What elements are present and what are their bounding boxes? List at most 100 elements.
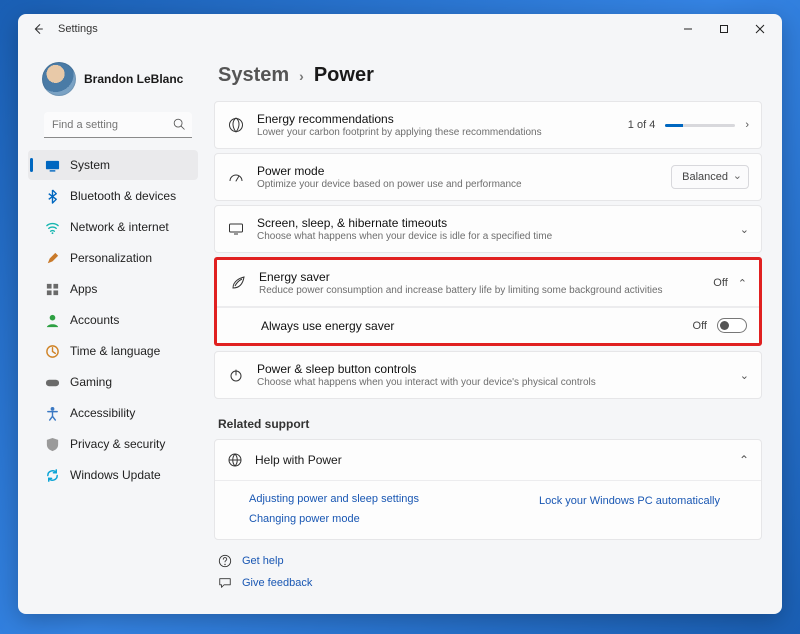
- link-adjust-power[interactable]: Adjusting power and sleep settings: [249, 493, 419, 505]
- footer-links: Get help Give feedback: [214, 554, 762, 590]
- nav-list: System Bluetooth & devices Network & int…: [24, 150, 202, 490]
- main-panel: System › Power Energy recommendations Lo…: [206, 44, 782, 614]
- breadcrumb-parent[interactable]: System: [218, 64, 289, 87]
- nav-update[interactable]: Windows Update: [28, 460, 198, 490]
- window-controls: [670, 15, 778, 43]
- row-energy-saver[interactable]: Energy saver Reduce power consumption an…: [217, 260, 759, 307]
- link-change-mode[interactable]: Changing power mode: [249, 513, 419, 525]
- globe-clock-icon: [44, 343, 60, 359]
- nav-label: System: [70, 158, 110, 172]
- arrow-left-icon: [31, 22, 45, 36]
- nav-privacy[interactable]: Privacy & security: [28, 429, 198, 459]
- row-timeouts[interactable]: Screen, sleep, & hibernate timeouts Choo…: [214, 205, 762, 253]
- sidebar: Brandon LeBlanc System Bluetooth & devic…: [18, 44, 206, 614]
- power-mode-select[interactable]: Balanced: [671, 165, 749, 189]
- nav-accessibility[interactable]: Accessibility: [28, 398, 198, 428]
- get-help-link[interactable]: Get help: [242, 555, 284, 567]
- help-header[interactable]: Help with Power ⌃: [215, 440, 761, 481]
- row-energy-recommendations[interactable]: Energy recommendations Lower your carbon…: [214, 101, 762, 149]
- profile-block[interactable]: Brandon LeBlanc: [24, 50, 202, 112]
- maximize-button[interactable]: [706, 15, 742, 43]
- leaf-icon: [229, 275, 247, 291]
- search-box[interactable]: [44, 112, 192, 138]
- help-card: Help with Power ⌃ Adjusting power and sl…: [214, 439, 762, 540]
- chevron-down-icon: ⌄: [740, 223, 749, 236]
- chevron-up-icon: ⌃: [738, 277, 747, 290]
- update-icon: [44, 467, 60, 483]
- apps-icon: [44, 281, 60, 297]
- eco-icon: [227, 117, 245, 133]
- highlight-energy-saver: Energy saver Reduce power consumption an…: [214, 257, 762, 346]
- nav-gaming[interactable]: Gaming: [28, 367, 198, 397]
- help-title: Help with Power: [255, 453, 342, 467]
- row-sub: Choose what happens when your device is …: [257, 231, 728, 242]
- row-sub: Optimize your device based on power use …: [257, 179, 659, 190]
- row-title: Energy recommendations: [257, 112, 616, 126]
- row-title: Power mode: [257, 164, 659, 178]
- chevron-down-icon: ⌄: [740, 369, 749, 382]
- search-input[interactable]: [44, 112, 192, 138]
- maximize-icon: [719, 24, 729, 34]
- close-icon: [755, 24, 765, 34]
- row-sub: Reduce power consumption and increase ba…: [259, 285, 701, 296]
- chevron-right-icon: ›: [745, 119, 749, 131]
- minimize-button[interactable]: [670, 15, 706, 43]
- nav-bluetooth[interactable]: Bluetooth & devices: [28, 181, 198, 211]
- nav-label: Accessibility: [70, 406, 135, 420]
- gamepad-icon: [44, 374, 60, 390]
- minimize-icon: [683, 24, 693, 34]
- nav-label: Time & language: [70, 344, 160, 358]
- row-title: Power & sleep button controls: [257, 362, 728, 376]
- titlebar: Settings: [18, 14, 782, 44]
- profile-name: Brandon LeBlanc: [84, 72, 183, 86]
- avatar: [42, 62, 76, 96]
- system-icon: [44, 157, 60, 173]
- accessibility-icon: [44, 405, 60, 421]
- give-feedback-link[interactable]: Give feedback: [242, 577, 312, 589]
- progress-bar: [665, 124, 735, 127]
- row-always-energy-saver: Always use energy saver Off: [217, 307, 759, 343]
- window-title: Settings: [58, 23, 98, 35]
- nav-label: Privacy & security: [70, 437, 165, 451]
- help-icon: [218, 554, 232, 568]
- chevron-right-icon: ›: [299, 68, 304, 84]
- nav-network[interactable]: Network & internet: [28, 212, 198, 242]
- feedback-icon: [218, 576, 232, 590]
- row-title: Always use energy saver: [261, 319, 681, 333]
- power-button-icon: [227, 367, 245, 383]
- nav-personalization[interactable]: Personalization: [28, 243, 198, 273]
- nav-accounts[interactable]: Accounts: [28, 305, 198, 335]
- nav-system[interactable]: System: [28, 150, 198, 180]
- nav-label: Bluetooth & devices: [70, 189, 176, 203]
- chevron-up-icon: ⌃: [739, 453, 749, 467]
- row-title: Screen, sleep, & hibernate timeouts: [257, 216, 728, 230]
- select-value: Balanced: [682, 171, 728, 183]
- screen-icon: [227, 221, 245, 237]
- toggle-label: Off: [693, 320, 707, 332]
- link-lock-pc[interactable]: Lock your Windows PC automatically: [539, 495, 720, 507]
- row-title: Energy saver: [259, 270, 701, 284]
- nav-label: Apps: [70, 282, 97, 296]
- globe-icon: [227, 452, 243, 468]
- nav-time[interactable]: Time & language: [28, 336, 198, 366]
- back-button[interactable]: [26, 17, 50, 41]
- row-power-buttons[interactable]: Power & sleep button controls Choose wha…: [214, 351, 762, 399]
- close-button[interactable]: [742, 15, 778, 43]
- nav-apps[interactable]: Apps: [28, 274, 198, 304]
- always-energy-saver-toggle[interactable]: [717, 318, 747, 333]
- nav-label: Gaming: [70, 375, 112, 389]
- shield-icon: [44, 436, 60, 452]
- row-sub: Choose what happens when you interact wi…: [257, 377, 728, 388]
- gauge-icon: [227, 169, 245, 185]
- bluetooth-icon: [44, 188, 60, 204]
- search-icon: [172, 117, 186, 131]
- breadcrumb-current: Power: [314, 64, 374, 87]
- row-power-mode[interactable]: Power mode Optimize your device based on…: [214, 153, 762, 201]
- person-icon: [44, 312, 60, 328]
- status-text: Off: [713, 277, 727, 289]
- breadcrumb: System › Power: [214, 52, 762, 101]
- row-sub: Lower your carbon footprint by applying …: [257, 127, 616, 138]
- brush-icon: [44, 250, 60, 266]
- nav-label: Personalization: [70, 251, 152, 265]
- related-support-heading: Related support: [218, 417, 762, 431]
